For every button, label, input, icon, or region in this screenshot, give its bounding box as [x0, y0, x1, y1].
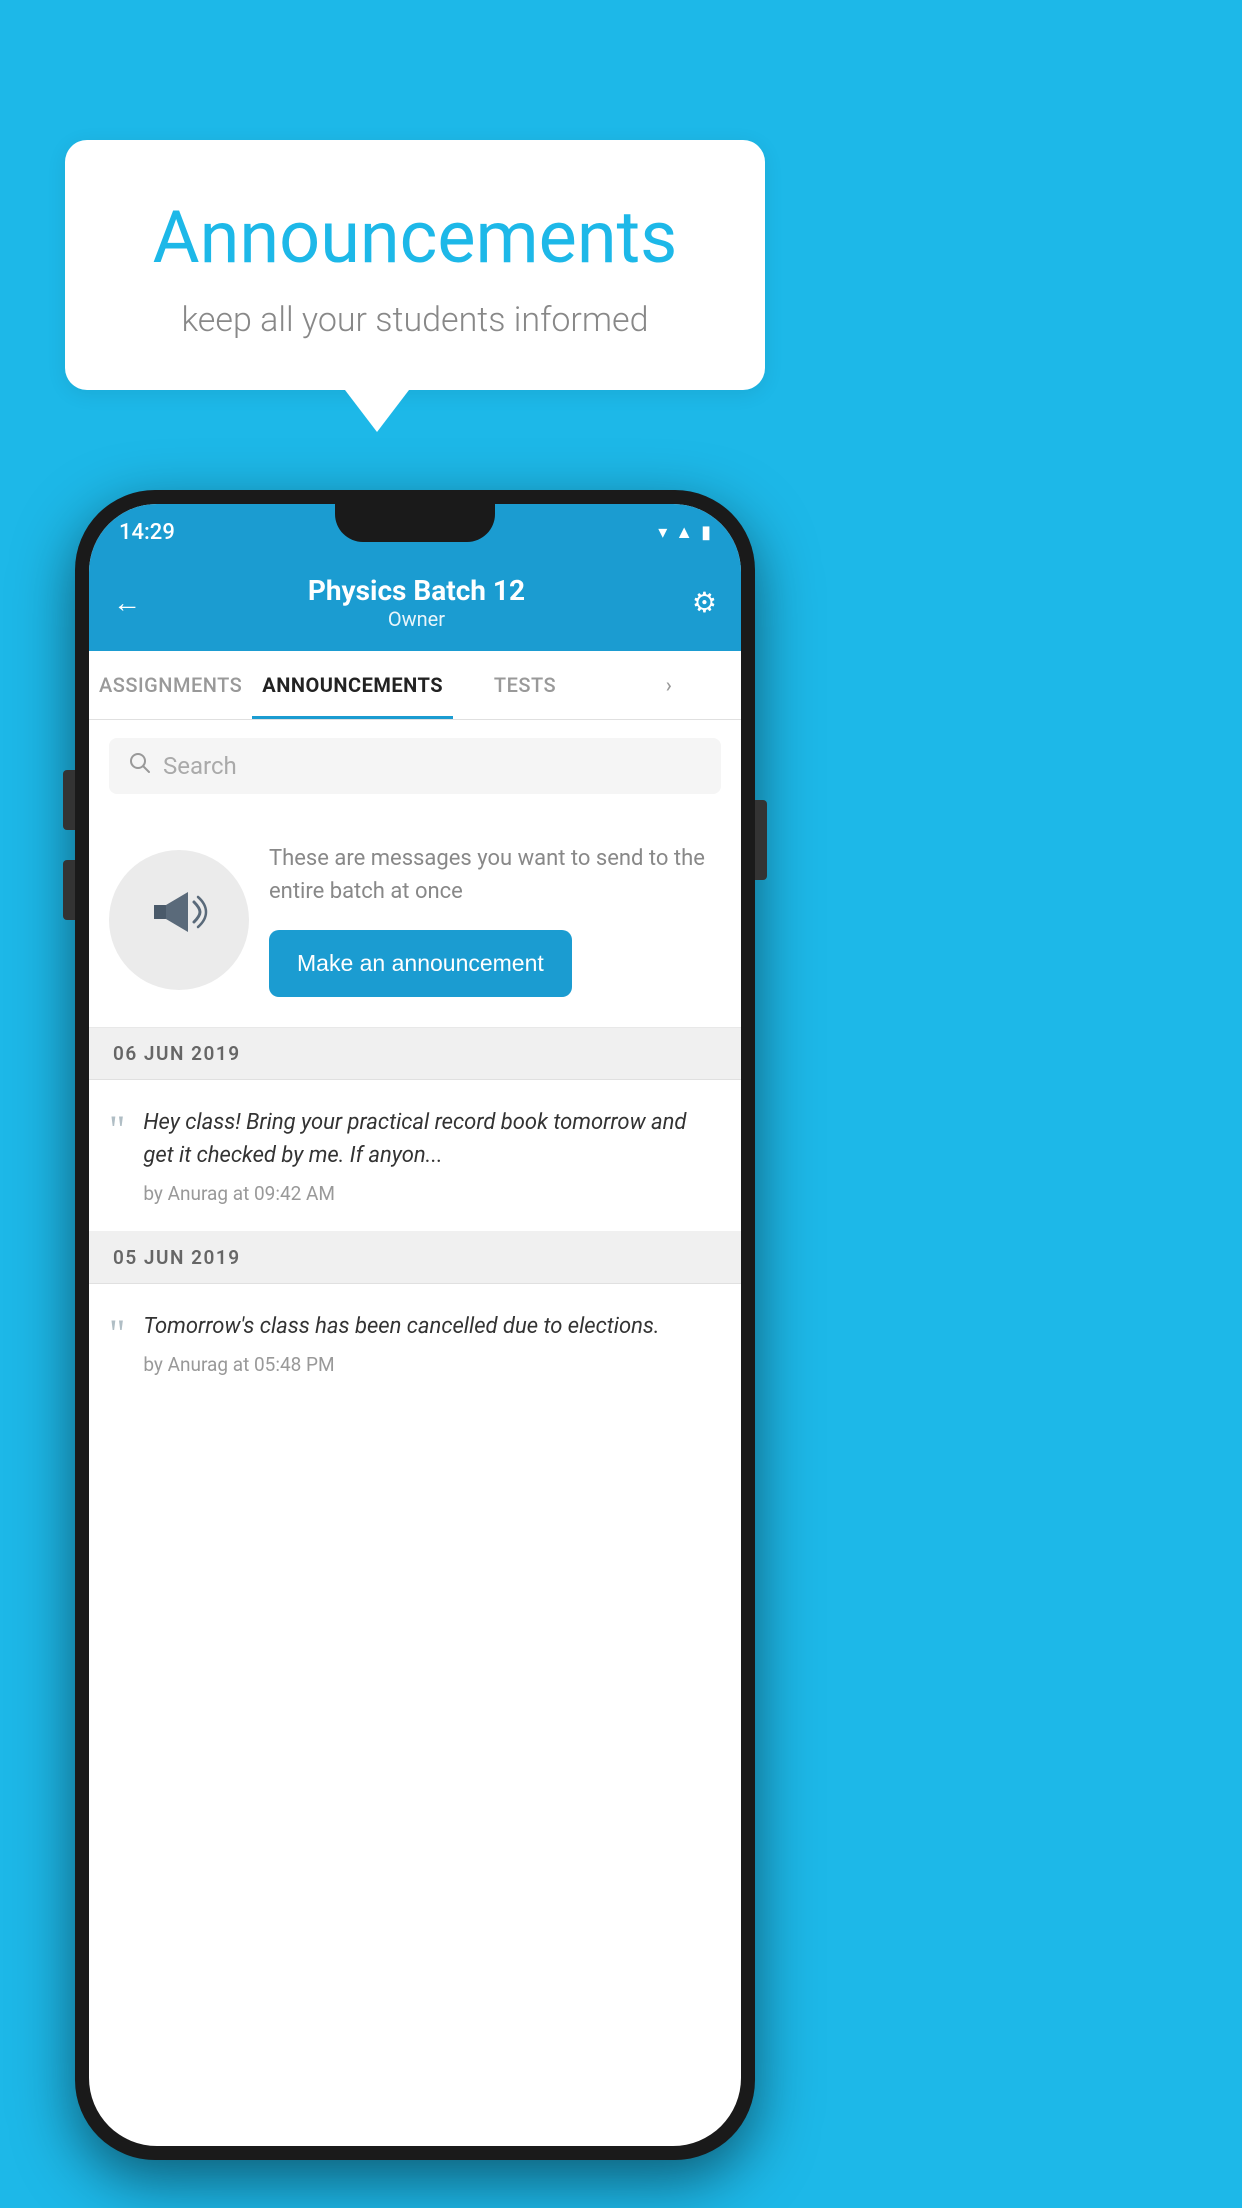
date-separator-2: 05 JUN 2019 [89, 1232, 741, 1284]
promo-icon-circle [109, 850, 249, 990]
quote-icon-2: " [109, 1314, 125, 1354]
speech-bubble-subtitle: keep all your students informed [125, 300, 705, 340]
battery-icon: ▮ [701, 522, 711, 543]
phone-inner: 14:29 ▾ ▲ ▮ ← Physics Batch 12 Owner ⚙ [89, 504, 741, 2146]
announcement-item-2: " Tomorrow's class has been cancelled du… [89, 1284, 741, 1406]
tab-announcements[interactable]: ANNOUNCEMENTS [252, 651, 453, 719]
speech-bubble-container: Announcements keep all your students inf… [65, 140, 765, 432]
phone-outer: 14:29 ▾ ▲ ▮ ← Physics Batch 12 Owner ⚙ [75, 490, 755, 2160]
header-title: Physics Batch 12 [308, 574, 525, 607]
announcement-content-2: Tomorrow's class has been cancelled due … [143, 1310, 721, 1376]
speech-bubble-arrow [345, 390, 409, 432]
make-announcement-button[interactable]: Make an announcement [269, 930, 572, 997]
settings-icon[interactable]: ⚙ [692, 586, 717, 619]
header-subtitle: Owner [308, 607, 525, 631]
header-center: Physics Batch 12 Owner [308, 574, 525, 631]
status-icons: ▾ ▲ ▮ [658, 522, 711, 543]
tabs-container: ASSIGNMENTS ANNOUNCEMENTS TESTS › [89, 651, 741, 720]
wifi-icon: ▾ [658, 522, 667, 543]
phone-notch [335, 504, 495, 542]
announcement-content-1: Hey class! Bring your practical record b… [143, 1106, 721, 1205]
tab-assignments[interactable]: ASSIGNMENTS [89, 651, 252, 719]
speech-bubble-title: Announcements [125, 195, 705, 280]
search-placeholder: Search [163, 752, 237, 780]
tab-more[interactable]: › [597, 651, 741, 719]
tab-tests[interactable]: TESTS [453, 651, 597, 719]
announcement-meta-1: by Anurag at 09:42 AM [143, 1182, 721, 1205]
speech-bubble: Announcements keep all your students inf… [65, 140, 765, 390]
search-container: Search [89, 720, 741, 812]
date-separator-1: 06 JUN 2019 [89, 1028, 741, 1080]
announcement-item-1: " Hey class! Bring your practical record… [89, 1080, 741, 1232]
announcement-text-1: Hey class! Bring your practical record b… [143, 1106, 721, 1172]
signal-icon: ▲ [675, 522, 693, 543]
promo-description: These are messages you want to send to t… [269, 842, 721, 908]
promo-area: These are messages you want to send to t… [89, 812, 741, 1028]
app-header: ← Physics Batch 12 Owner ⚙ [89, 556, 741, 651]
announcement-meta-2: by Anurag at 05:48 PM [143, 1353, 721, 1376]
announcement-text-2: Tomorrow's class has been cancelled due … [143, 1310, 721, 1343]
search-icon [129, 752, 151, 780]
back-button[interactable]: ← [113, 586, 141, 619]
search-bar[interactable]: Search [109, 738, 721, 794]
phone-mockup: 14:29 ▾ ▲ ▮ ← Physics Batch 12 Owner ⚙ [75, 490, 755, 2160]
megaphone-icon [144, 877, 214, 962]
promo-right: These are messages you want to send to t… [269, 842, 721, 997]
quote-icon-1: " [109, 1110, 125, 1150]
status-time: 14:29 [119, 520, 175, 545]
